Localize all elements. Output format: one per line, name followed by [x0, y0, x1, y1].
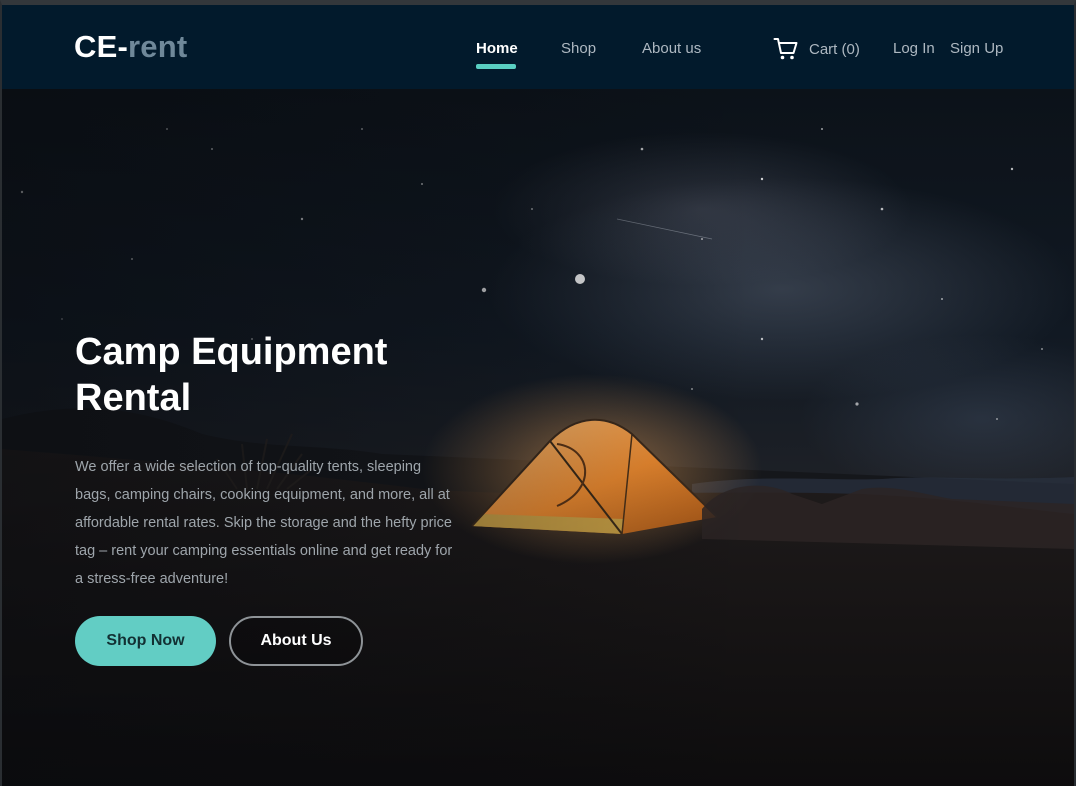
nav-home-link[interactable]: Home — [476, 40, 518, 57]
signup-link[interactable]: Sign Up — [950, 40, 1003, 57]
shop-now-button[interactable]: Shop Now — [75, 616, 216, 666]
nav-shop-link[interactable]: Shop — [561, 40, 596, 57]
about-us-button[interactable]: About Us — [229, 616, 363, 666]
hero-overlay — [2, 89, 1074, 786]
login-link[interactable]: Log In — [893, 40, 935, 57]
nav-about-link[interactable]: About us — [642, 40, 701, 57]
cart-button[interactable]: Cart (0) — [773, 35, 860, 63]
hero-section: Camp Equipment Rental We offer a wide se… — [2, 89, 1074, 786]
cart-icon — [773, 38, 798, 60]
navbar: CE-rent Home Shop About us Cart (0) Log … — [2, 5, 1074, 89]
hero-description: We offer a wide selection of top-quality… — [75, 459, 453, 587]
logo-prefix: CE- — [74, 29, 128, 64]
browser-viewport: CE-rent Home Shop About us Cart (0) Log … — [0, 0, 1076, 786]
site-logo[interactable]: CE-rent — [74, 29, 187, 65]
cart-label: Cart (0) — [809, 40, 860, 58]
hero-title: Camp Equipment Rental — [75, 331, 388, 419]
logo-suffix: rent — [128, 29, 188, 64]
active-nav-indicator — [476, 64, 516, 69]
